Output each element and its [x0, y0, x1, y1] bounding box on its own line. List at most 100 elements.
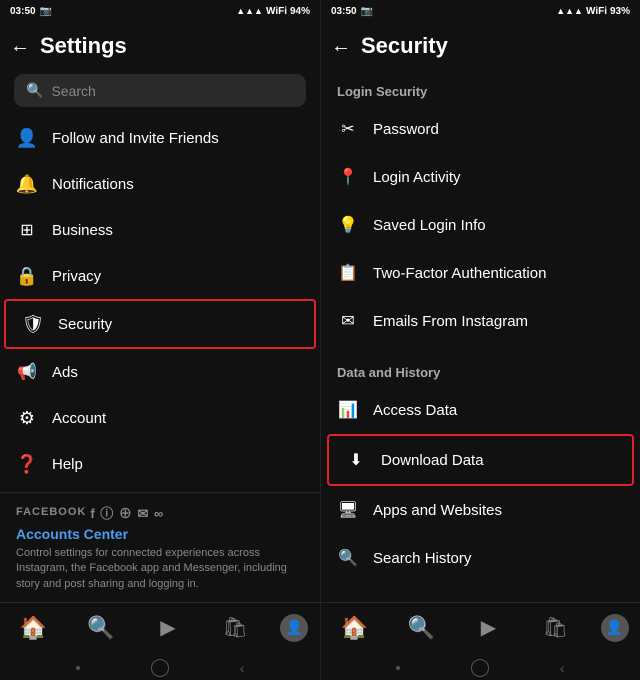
ads-label: Ads — [52, 364, 78, 381]
battery-left: 94% — [290, 6, 310, 17]
security-item-login-activity[interactable]: 📍 Login Activity — [321, 153, 640, 201]
menu-item-help[interactable]: ❓ Help — [0, 441, 320, 487]
status-bar-left: 03:50 📷 ▲▲▲ WiFi 94% — [0, 0, 320, 22]
status-right-right: ▲▲▲ WiFi 93% — [556, 6, 630, 17]
emails-icon: ✉ — [337, 310, 359, 332]
security-item-search-history[interactable]: 🔍 Search History — [321, 534, 640, 582]
notifications-icon: 🔔 — [16, 173, 38, 195]
nav-reels-right[interactable]: ▶ — [467, 606, 511, 650]
gesture-chevron-right: ‹ — [560, 660, 565, 676]
download-data-label: Download Data — [381, 452, 484, 469]
search-history-icon: 🔍 — [337, 547, 359, 569]
follow-label: Follow and Invite Friends — [52, 130, 219, 147]
gesture-dot-right — [396, 666, 400, 670]
bottom-nav-left: 🏠 🔍 ▶ 🛍 👤 — [0, 602, 320, 656]
facebook-label: FACEBOOK f ⓘ ⊕ ✉ ∞ — [16, 503, 304, 522]
search-bar[interactable]: 🔍 Search — [14, 74, 306, 107]
search-history-label: Search History — [373, 550, 471, 567]
nav-shop-left[interactable]: 🛍 — [213, 606, 257, 650]
accounts-center-link[interactable]: Accounts Center — [16, 526, 304, 542]
two-factor-label: Two-Factor Authentication — [373, 265, 546, 282]
back-button-left[interactable]: ← — [10, 35, 30, 58]
help-label: Help — [52, 456, 83, 473]
login-activity-icon: 📍 — [337, 166, 359, 188]
menu-item-about[interactable]: ℹ About — [0, 487, 320, 492]
facebook-description: Control settings for connected experienc… — [16, 546, 304, 592]
nav-home-left[interactable]: 🏠 — [12, 606, 56, 650]
menu-item-notifications[interactable]: 🔔 Notifications — [0, 161, 320, 207]
access-data-label: Access Data — [373, 402, 457, 419]
account-icon: ⚙ — [16, 407, 38, 429]
nav-shop-right[interactable]: 🛍 — [534, 606, 578, 650]
account-label: Account — [52, 410, 106, 427]
status-right-left: ▲▲▲ WiFi 94% — [236, 6, 310, 17]
business-label: Business — [52, 222, 113, 239]
security-menu-list: Login Security ✂ Password 📍 Login Activi… — [321, 70, 640, 602]
gesture-chevron-left: ‹ — [240, 660, 245, 676]
notifications-label: Notifications — [52, 176, 134, 193]
access-data-icon: 📊 — [337, 399, 359, 421]
status-bar-right: 03:50 📷 ▲▲▲ WiFi 93% — [321, 0, 640, 22]
nav-avatar-right[interactable]: 👤 — [601, 614, 629, 642]
settings-header: ← Settings — [0, 22, 320, 70]
menu-item-account[interactable]: ⚙ Account — [0, 395, 320, 441]
security-item-access-data[interactable]: 📊 Access Data — [321, 386, 640, 434]
follow-icon: 👤 — [16, 127, 38, 149]
nav-reels-left[interactable]: ▶ — [146, 606, 190, 650]
left-screen: 03:50 📷 ▲▲▲ WiFi 94% ← Settings 🔍 Search… — [0, 0, 320, 680]
signal-icon-left: ▲▲▲ — [236, 6, 263, 16]
back-button-right[interactable]: ← — [331, 35, 351, 58]
status-time-right: 03:50 📷 — [331, 6, 373, 17]
menu-item-follow[interactable]: 👤 Follow and Invite Friends — [0, 115, 320, 161]
search-placeholder: Search — [51, 83, 95, 99]
apps-websites-label: Apps and Websites — [373, 502, 502, 519]
right-screen: 03:50 📷 ▲▲▲ WiFi 93% ← Security Login Se… — [320, 0, 640, 680]
apps-websites-icon: 🖥 — [337, 499, 359, 521]
security-item-download-data[interactable]: ⬇ Download Data — [327, 434, 634, 486]
security-icon: 🛡 — [22, 313, 44, 335]
gesture-bar-right: ‹ — [321, 656, 640, 680]
gesture-bar-left: ‹ — [0, 656, 320, 680]
emails-label: Emails From Instagram — [373, 313, 528, 330]
security-label: Security — [58, 316, 112, 333]
time-left: 03:50 — [10, 6, 36, 17]
menu-item-security[interactable]: 🛡 Security — [4, 299, 316, 349]
saved-login-label: Saved Login Info — [373, 217, 486, 234]
ads-icon: 📢 — [16, 361, 38, 383]
security-item-apps-websites[interactable]: 🖥 Apps and Websites — [321, 486, 640, 534]
security-header: ← Security — [321, 22, 640, 70]
help-icon: ❓ — [16, 453, 38, 475]
login-activity-label: Login Activity — [373, 169, 461, 186]
login-security-section-header: Login Security — [321, 70, 640, 105]
facebook-text: FACEBOOK — [16, 506, 86, 518]
security-item-password[interactable]: ✂ Password — [321, 105, 640, 153]
security-item-emails[interactable]: ✉ Emails From Instagram — [321, 297, 640, 345]
security-item-two-factor[interactable]: 📋 Two-Factor Authentication — [321, 249, 640, 297]
gesture-circle-left — [151, 659, 169, 677]
menu-item-ads[interactable]: 📢 Ads — [0, 349, 320, 395]
page-title-right: Security — [361, 33, 448, 59]
download-data-icon: ⬇ — [345, 449, 367, 471]
wifi-icon-right: WiFi — [586, 6, 607, 17]
nav-search-right[interactable]: 🔍 — [400, 606, 444, 650]
menu-item-business[interactable]: ⊞ Business — [0, 207, 320, 253]
facebook-section: FACEBOOK f ⓘ ⊕ ✉ ∞ Accounts Center Contr… — [0, 492, 320, 602]
two-factor-icon: 📋 — [337, 262, 359, 284]
business-icon: ⊞ — [16, 219, 38, 241]
bottom-nav-right: 🏠 🔍 ▶ 🛍 👤 — [321, 602, 640, 656]
nav-home-right[interactable]: 🏠 — [333, 606, 377, 650]
settings-menu-list: 👤 Follow and Invite Friends 🔔 Notificati… — [0, 115, 320, 492]
nav-search-left[interactable]: 🔍 — [79, 606, 123, 650]
password-label: Password — [373, 121, 439, 138]
gesture-circle-right — [471, 659, 489, 677]
privacy-icon: 🔒 — [16, 265, 38, 287]
saved-login-icon: 💡 — [337, 214, 359, 236]
search-icon-left: 🔍 — [26, 82, 43, 99]
menu-item-privacy[interactable]: 🔒 Privacy — [0, 253, 320, 299]
status-icon-left: 📷 — [40, 6, 52, 17]
security-item-saved-login[interactable]: 💡 Saved Login Info — [321, 201, 640, 249]
time-right: 03:50 — [331, 6, 357, 17]
signal-icon-right: ▲▲▲ — [556, 6, 583, 16]
wifi-icon-left: WiFi — [266, 6, 287, 17]
nav-avatar-left[interactable]: 👤 — [280, 614, 308, 642]
